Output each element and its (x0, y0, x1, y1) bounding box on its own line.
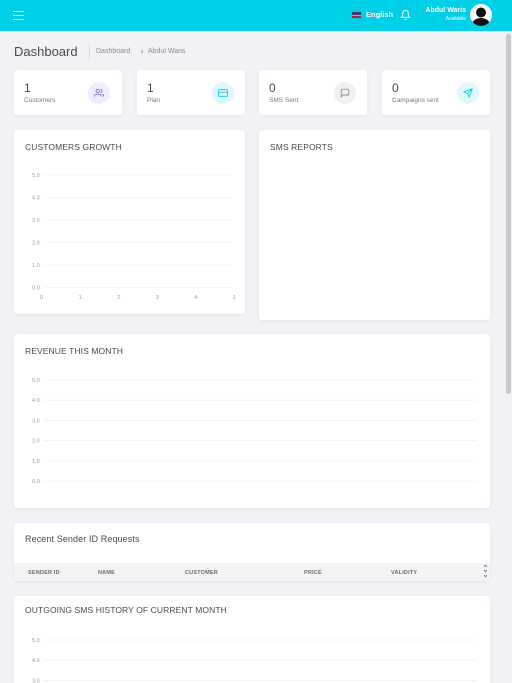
us-flag-icon[interactable] (352, 12, 361, 18)
message-square-icon (334, 82, 356, 104)
y-tick-label: 5.0 (32, 173, 40, 179)
outgoing-sms-card: OUTGOING SMS HISTORY OF CURRENT MONTH 5.… (14, 596, 490, 683)
stat-card-plan: 1 Plan (137, 70, 245, 115)
table-scroll-arrows-icon[interactable] (483, 563, 488, 579)
stat-value: 0 (392, 81, 399, 95)
stat-label: Plan (147, 97, 161, 104)
language-selector[interactable]: English (366, 10, 393, 19)
y-tick-label: 2.0 (32, 241, 40, 247)
customers-growth-chart: 5.0 4.0 3.0 2.0 1.0 0.00 1 2 3 4 1 (32, 173, 236, 301)
table-header (14, 563, 490, 581)
y-tick-label: 2.0 (32, 439, 40, 445)
column-name[interactable]: NAME (98, 570, 115, 576)
y-tick-label: 0.0 (32, 286, 40, 292)
stat-value: 1 (147, 81, 154, 95)
revenue-card: REVENUE THIS MONTH 5.0 4.0 3.0 2.0 1.0 0.0 (14, 334, 490, 508)
user-avatar-icon (470, 4, 492, 26)
breadcrumb-home[interactable]: Dashboard (96, 48, 130, 55)
outgoing-sms-chart: 5.0 4.0 3.0 (32, 638, 476, 683)
sms-reports-card: SMS REPORTS (259, 130, 490, 320)
page-scrollbar-thumb[interactable] (506, 34, 511, 394)
card-title: CUSTOMERS GROWTH (25, 142, 122, 152)
bell-icon[interactable] (400, 9, 411, 21)
top-navbar: English Abdul Waris Available (0, 0, 512, 31)
y-tick-label: 5.0 (32, 638, 40, 644)
column-price[interactable]: PRICE (304, 570, 322, 576)
users-icon (88, 82, 110, 104)
y-tick-label: 1.0 (32, 263, 40, 269)
y-tick-label: 4.0 (32, 398, 40, 404)
send-icon (457, 82, 479, 104)
menu-icon[interactable] (13, 11, 24, 20)
x-tick-label: 1 (79, 295, 82, 301)
x-tick-label: 0 (40, 295, 43, 301)
breadcrumb-divider (89, 45, 90, 59)
y-tick-label: 3.0 (32, 678, 40, 683)
user-name[interactable]: Abdul Waris (425, 7, 466, 14)
stat-card-customers: 1 Customers (14, 70, 122, 115)
stat-label: Customers (24, 97, 56, 104)
stat-label: SMS Sent (269, 97, 299, 104)
breadcrumb-current: Abdul Waris (148, 48, 186, 55)
chevron-right-icon (140, 49, 144, 54)
card-title: OUTGOING SMS HISTORY OF CURRENT MONTH (25, 605, 227, 615)
stat-value: 0 (269, 81, 276, 95)
stat-label: Campaigns sent (392, 97, 439, 104)
x-tick-label: 3 (156, 295, 159, 301)
stat-card-campaigns: 0 Campaigns sent (382, 70, 490, 115)
x-tick-label: 4 (194, 295, 197, 301)
card-title: Recent Sender ID Requests (25, 534, 140, 544)
customers-growth-card: CUSTOMERS GROWTH 5.0 4.0 3.0 2.0 1.0 0.0 0 1 2 3 4… (14, 130, 245, 314)
stat-value: 1 (24, 81, 31, 95)
column-sender-id[interactable]: SENDER ID (28, 570, 60, 576)
user-status: Available (445, 16, 466, 22)
y-tick-label: 4.0 (32, 196, 40, 202)
page-title: Dashboard (14, 44, 78, 59)
y-tick-label: 0.0 (32, 479, 40, 485)
y-tick-label: 3.0 (32, 418, 40, 424)
avatar[interactable] (470, 4, 492, 26)
x-tick-label: 1 (233, 295, 236, 301)
y-tick-label: 3.0 (32, 218, 40, 224)
column-validity[interactable]: VALIDITY (391, 570, 417, 576)
stat-card-sms-sent: 0 SMS Sent (259, 70, 367, 115)
column-customer[interactable]: CUSTOMER (185, 570, 218, 576)
y-tick-label: 1.0 (32, 459, 40, 465)
sender-id-requests-card: Recent Sender ID Requests SENDER ID NAME… (14, 523, 490, 581)
revenue-chart: 5.0 4.0 3.0 2.0 1.0 0.0 (32, 378, 476, 485)
card-title: REVENUE THIS MONTH (25, 346, 123, 356)
x-tick-label: 2 (117, 295, 120, 301)
card-title: SMS REPORTS (270, 142, 333, 152)
y-tick-label: 4.0 (32, 658, 40, 664)
y-tick-label: 5.0 (32, 378, 40, 384)
credit-card-icon (212, 82, 234, 104)
